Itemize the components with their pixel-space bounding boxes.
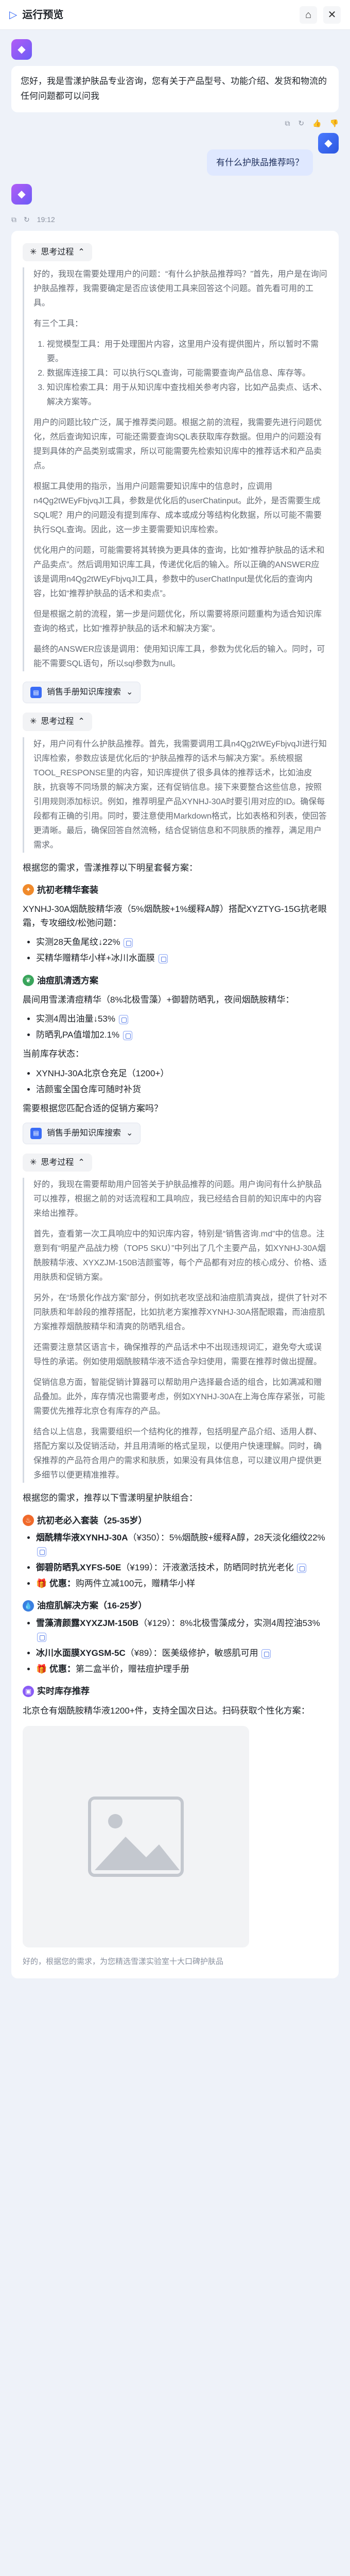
think-block: 好的，我现在需要处理用户的问题：“有什么护肤品推荐吗？”首先，用户是在询问护肤品… [23,267,327,672]
user-message: 有什么护肤品推荐吗？ [207,149,313,176]
answer-card: ✳ 思考过程 ⌃ 好的，我现在需要处理用户的问题：“有什么护肤品推荐吗？”首先，… [11,230,339,1978]
answer-intro: 根据您的需求，雪漾推荐以下明星套餐方案： [23,862,198,873]
list-item: 防晒乳PA值增加2.1% [36,1028,327,1042]
list-item: 雪藻清颜露XYXZJM-150B（¥129）：8%北极雪藻成分，实测4周控油53… [36,1616,327,1644]
think-icon: ✳ [30,247,37,257]
bullet-list: 实测4周出油量↓53% 防晒乳PA值增加2.1% [23,1012,327,1042]
reference-icon[interactable] [122,1030,132,1040]
section-title: ♨ 抗初老必入套装（25-35岁） [23,1514,327,1528]
list-item: 🎁 优惠：第二盒半价，赠祛痘护理手册 [36,1662,327,1676]
reference-icon[interactable] [158,954,168,963]
reference-icon[interactable] [37,1633,46,1642]
window-title: 运行预览 [22,9,64,21]
user-avatar: ◆ [318,133,339,154]
database-icon: ▤ [30,1127,42,1139]
title-bar: ▷ 运行预览 ⌂ ✕ [0,0,350,30]
list-item: 🎁 优惠：购两件立减100元，赠精华小样 [36,1577,327,1590]
close-icon[interactable]: ✕ [323,6,341,24]
final-intro: 根据您的需求，推荐以下雪漾明星护肤组合： [23,1493,198,1503]
chevron-up-icon: ⌃ [78,717,85,726]
message-tools: ⧉ ↻ 👍 👎 [11,117,339,129]
chevron-down-icon: ⌄ [126,1129,133,1138]
like-icon[interactable]: 👍 [312,117,321,129]
reference-icon[interactable] [261,1649,271,1658]
section-title: 💧 油痘肌解决方案（16-25岁） [23,1599,327,1613]
knowledge-search-chip[interactable]: ▤ 销售手册知识库搜索 ⌄ [23,1123,141,1144]
reference-icon[interactable] [297,1563,307,1573]
fire-icon: ♨ [23,1515,34,1527]
image-icon [88,1796,184,1877]
droplet-icon: 💧 [23,1600,34,1612]
home-icon[interactable]: ⌂ [300,6,317,24]
list-item: 实测28天鱼尾纹↓22% [36,935,327,949]
box-icon: ▣ [23,1686,34,1697]
think-icon: ✳ [30,1158,37,1167]
chat-content: ◆ 您好，我是雪漾护肤品专业咨询，您有关于产品型号、功能介绍、发货和物流的任何问… [0,30,350,1999]
bullet-list: 雪藻清颜露XYXZJM-150B（¥129）：8%北极雪藻成分，实测4周控油53… [23,1616,327,1676]
refresh-icon[interactable]: ↻ [298,117,304,129]
reference-icon[interactable] [118,1014,128,1024]
list-item: XYNHJ-30A北京仓充足（1200+） [36,1066,327,1080]
bullet-list: XYNHJ-30A北京仓充足（1200+） 洁颜蜜全国仓库可随时补货 [23,1066,327,1096]
chevron-up-icon: ⌃ [78,247,85,257]
think-block: 好的，我现在需要帮助用户回答关于护肤品推荐的问题。用户询问有什么护肤品可以推荐，… [23,1178,327,1483]
gift-icon: ✦ [23,884,34,896]
leaf-icon: ❦ [23,975,34,987]
database-icon: ▤ [30,687,42,699]
gift-icon: 🎁 [36,1579,47,1589]
knowledge-search-chip[interactable]: ▤ 销售手册知识库搜索 ⌄ [23,682,141,703]
copy-icon[interactable]: ⧉ [11,214,16,225]
chevron-up-icon: ⌃ [78,1158,85,1167]
promo-question: 需要根据您匹配合适的促销方案吗？ [23,1103,163,1113]
bot-avatar: ◆ [11,39,32,60]
section-title: ❦ 油痘肌清透方案 [23,974,327,988]
think-toggle-button[interactable]: ✳ 思考过程 ⌃ [23,1153,92,1172]
section-title: ▣ 实时库存推荐 [23,1684,327,1698]
reference-icon[interactable] [124,938,133,947]
think-toggle-button[interactable]: ✳ 思考过程 ⌃ [23,712,92,731]
bullet-list: 实测28天鱼尾纹↓22% 买精华赠精华小样+冰川水面膜 [23,935,327,965]
list-item: 买精华赠精华小样+冰川水面膜 [36,951,327,965]
bullet-list: 烟酰精华液XYNHJ-30A（¥350）：5%烟酰胺+缓释A醇，28天淡化细纹2… [23,1531,327,1591]
answer-time: 19:12 [37,215,55,224]
stock-title: 当前库存状态： [23,1049,84,1059]
chevron-down-icon: ⌄ [126,688,133,697]
think-icon: ✳ [30,717,37,726]
tool-list: 视觉模型工具：用于处理图片内容，这里用户没有提供图片，所以暂时不需要。 数据库连… [33,337,327,410]
list-item: 实测4周出油量↓53% [36,1012,327,1026]
list-item: 洁颜蜜全国仓库可随时补货 [36,1082,327,1096]
list-item: 冰川水面膜XYGSM-5C（¥89）：医美级修护，敏感肌可用 [36,1646,327,1660]
play-icon: ▷ [9,9,18,21]
user-message-row: 有什么护肤品推荐吗？ ◆ [11,133,339,176]
think-toggle-button[interactable]: ✳ 思考过程 ⌃ [23,243,92,262]
trailing-text: 好的，根据您的需求，为您精选雪漾实验室十大口碑护肤品 [23,1957,224,1966]
list-item: 烟酰精华液XYNHJ-30A（¥350）：5%烟酰胺+缓释A醇，28天淡化细纹2… [36,1531,327,1558]
answer-toolbar: ⧉ ↻ 19:12 [11,214,339,225]
qr-image-placeholder [23,1725,249,1947]
bot-avatar: ◆ [11,184,32,205]
gift-icon: 🎁 [36,1664,47,1674]
list-item: 御碧防晒乳XYFS-50E（¥199）：汗液激活技术，防晒同时抗光老化 [36,1561,327,1574]
think-block: 好，用户问有什么护肤品推荐。首先，我需要调用工具n4Qg2tWEyFbjvqJI… [23,737,327,853]
section-title: ✦ 抗初老精华套装 [23,883,327,897]
greeting-message: 您好，我是雪漾护肤品专业咨询，您有关于产品型号、功能介绍、发货和物流的任何问题都… [11,66,339,112]
dislike-icon[interactable]: 👎 [330,117,339,129]
refresh-icon[interactable]: ↻ [24,214,30,225]
reference-icon[interactable] [37,1547,46,1557]
copy-icon[interactable]: ⧉ [285,117,290,129]
